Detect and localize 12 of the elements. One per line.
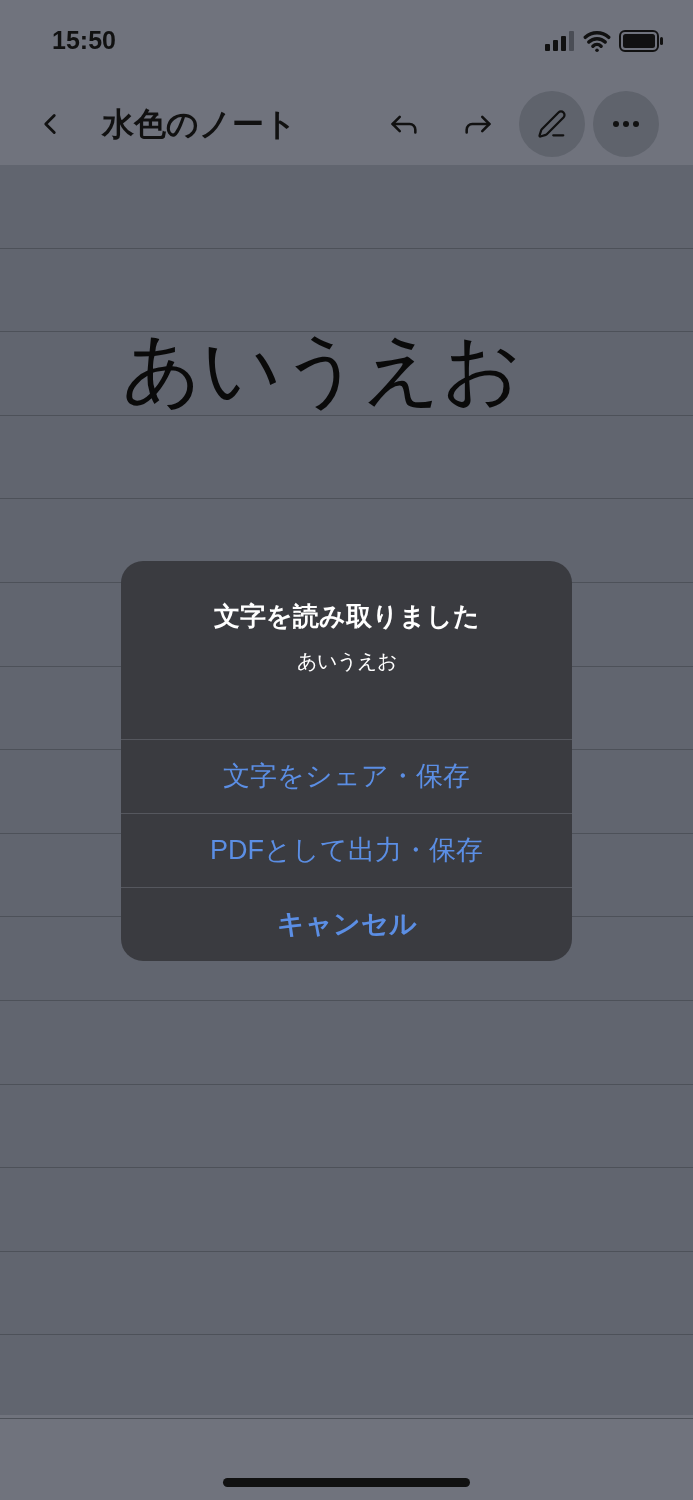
handwriting: あいうえお [122, 325, 522, 413]
action-button[interactable]: 文字をシェア・保存 [121, 739, 572, 813]
action-button[interactable]: PDFとして出力・保存 [121, 813, 572, 887]
alert-title: 文字を読み取りました [213, 600, 480, 633]
cancel-button[interactable]: キャンセル [121, 887, 572, 961]
note-title: 水色のノート [102, 104, 297, 144]
signal-icon [545, 31, 575, 51]
battery-icon [619, 30, 663, 52]
status-time: 15:50 [52, 25, 116, 57]
pen-icon [537, 108, 567, 139]
more-icon [613, 120, 639, 127]
alert-message: あいうえお [296, 649, 397, 674]
